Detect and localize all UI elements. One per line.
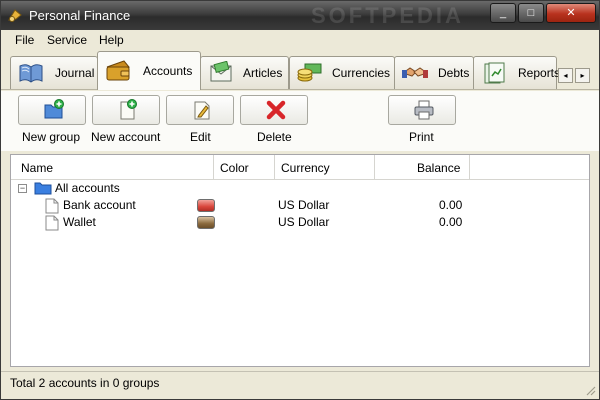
edit-button[interactable]: [166, 95, 234, 125]
account-row-currency: US Dollar: [278, 215, 330, 229]
menu-file[interactable]: File: [15, 33, 34, 47]
column-header-currency[interactable]: Currency: [275, 155, 375, 180]
resize-grip-icon[interactable]: [584, 384, 596, 396]
handshake-icon: [401, 67, 429, 78]
toolbar: New group New account Edit Delete Print: [1, 91, 599, 151]
accounts-table: Name Color Currency Balance − All accoun…: [10, 154, 590, 367]
status-bar: Total 2 accounts in 0 groups: [1, 371, 599, 399]
new-account-button[interactable]: [92, 95, 160, 125]
tab-articles[interactable]: Articles: [200, 56, 289, 89]
close-icon: ✕: [566, 7, 576, 19]
printer-icon: [414, 100, 434, 120]
menu-help[interactable]: Help: [99, 33, 124, 47]
column-header-balance-label: Balance: [417, 161, 461, 175]
tab-currencies-label: Currencies: [332, 66, 391, 80]
edit-label: Edit: [190, 130, 211, 144]
chevron-right-icon: ▸: [580, 71, 585, 80]
column-header-filler: [470, 155, 589, 180]
account-color-swatch: [197, 216, 215, 229]
tab-journal-label: Journal: [55, 66, 95, 80]
collapse-icon: −: [19, 183, 26, 193]
column-header-color-label: Color: [220, 161, 249, 175]
tab-reports-label: Reports: [518, 66, 561, 80]
new-account-label: New account: [91, 130, 161, 144]
print-button[interactable]: [388, 95, 456, 125]
new-group-label: New group: [22, 130, 81, 144]
account-document-icon: [45, 215, 59, 231]
wallet-icon: [106, 60, 131, 81]
close-button[interactable]: ✕: [546, 3, 596, 23]
account-row-name[interactable]: Wallet: [63, 215, 96, 229]
tab-scroll-left-button[interactable]: ◂: [558, 68, 573, 83]
tab-currencies[interactable]: Currencies: [289, 56, 395, 89]
app-window: Personal Finance SOFTPEDIA _ □ ✕ File Se…: [0, 0, 600, 400]
tab-journal[interactable]: Journal: [10, 56, 98, 89]
tab-debts-label: Debts: [438, 66, 470, 80]
print-label: Print: [409, 130, 434, 144]
tab-accounts[interactable]: Accounts: [97, 51, 201, 90]
report-icon: [484, 62, 505, 84]
account-document-icon: [45, 198, 59, 214]
maximize-icon: □: [527, 7, 535, 19]
window-title: Personal Finance: [29, 8, 131, 23]
new-folder-icon: [44, 99, 64, 119]
folder-icon: [34, 182, 52, 195]
app-icon: [8, 9, 22, 22]
column-header-name-label: Name: [21, 161, 54, 175]
account-row-currency: US Dollar: [278, 198, 330, 212]
new-group-button[interactable]: [18, 95, 86, 125]
tree-collapse-toggle[interactable]: −: [18, 184, 27, 193]
tab-debts[interactable]: Debts: [394, 56, 474, 89]
account-row-balance: 0.00: [439, 215, 463, 229]
status-text: Total 2 accounts in 0 groups: [10, 376, 160, 390]
delete-button[interactable]: [240, 95, 308, 125]
menu-bar: File Service Help: [1, 31, 599, 50]
money-envelope-icon: [210, 61, 232, 82]
column-header-name[interactable]: Name: [11, 155, 214, 180]
chevron-left-icon: ◂: [563, 71, 568, 80]
coins-icon: [297, 63, 322, 82]
maximize-button[interactable]: □: [518, 3, 544, 23]
red-x-delete-icon: [266, 100, 286, 120]
minimize-button[interactable]: _: [490, 3, 516, 23]
minimize-icon: _: [499, 7, 507, 19]
account-row-name[interactable]: Bank account: [63, 198, 136, 212]
title-bar[interactable]: Personal Finance SOFTPEDIA _ □ ✕: [1, 1, 599, 30]
column-header-balance[interactable]: Balance: [375, 155, 470, 180]
new-document-icon: [120, 99, 137, 120]
account-color-swatch: [197, 199, 215, 212]
tab-articles-label: Articles: [243, 66, 283, 80]
watermark: SOFTPEDIA: [311, 3, 464, 28]
tab-reports[interactable]: Reports: [473, 56, 561, 89]
menu-service[interactable]: Service: [47, 33, 87, 47]
delete-label: Delete: [257, 130, 292, 144]
tab-accounts-label: Accounts: [143, 64, 193, 78]
tab-scroll-right-button[interactable]: ▸: [575, 68, 590, 83]
account-row-balance: 0.00: [439, 198, 463, 212]
pencil-edit-icon: [194, 101, 210, 120]
group-row-name[interactable]: All accounts: [55, 181, 120, 195]
tab-bar: Journal Accounts Articles Currencies Deb…: [1, 50, 599, 90]
column-header-color[interactable]: Color: [214, 155, 275, 180]
column-header-currency-label: Currency: [281, 161, 330, 175]
book-icon: [19, 64, 43, 83]
